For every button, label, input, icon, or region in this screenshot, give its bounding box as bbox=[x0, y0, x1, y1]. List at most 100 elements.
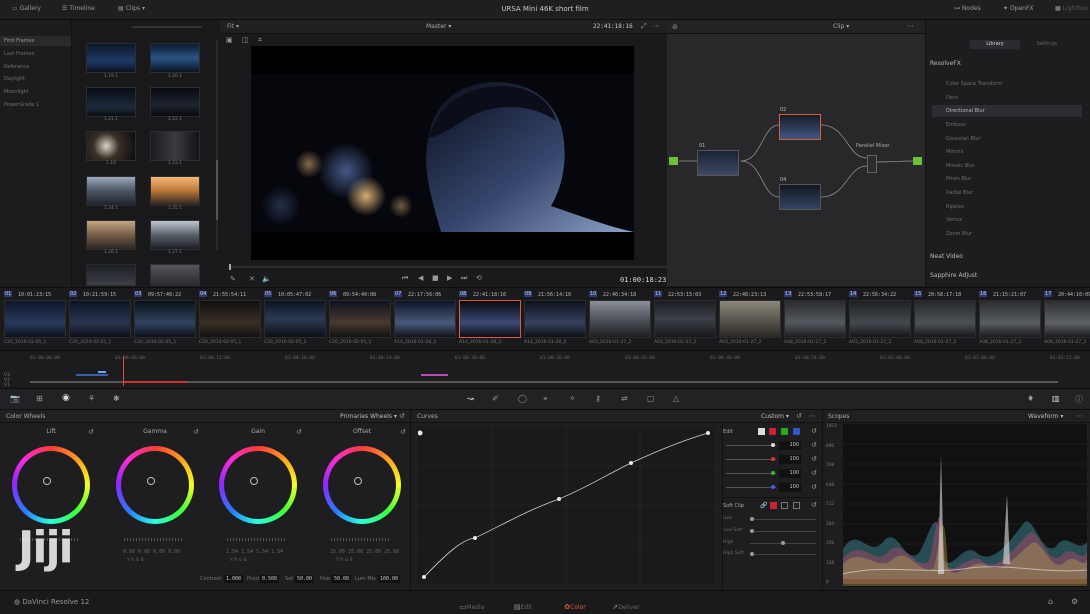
y-curve-slider[interactable] bbox=[726, 445, 776, 446]
camera-raw-icon[interactable]: 📷 bbox=[10, 394, 20, 403]
fx-mirrors[interactable]: Mirrors bbox=[932, 146, 1082, 158]
scopes-options-icon[interactable]: ⋯ bbox=[1076, 412, 1083, 420]
node-01[interactable] bbox=[697, 150, 739, 176]
g-intensity-field[interactable]: 100 bbox=[779, 469, 801, 478]
r-curve-slider[interactable] bbox=[726, 459, 776, 460]
clip-thumbnail[interactable] bbox=[69, 300, 131, 338]
softclip-link-icon[interactable]: 🔗 bbox=[760, 502, 767, 509]
b-curve-slider[interactable] bbox=[726, 487, 776, 488]
curve-channel-b[interactable] bbox=[793, 428, 800, 435]
still-thumb[interactable] bbox=[86, 87, 136, 117]
low-slider-dot[interactable] bbox=[750, 517, 754, 521]
still-thumb[interactable] bbox=[150, 43, 200, 73]
reset-g-icon[interactable]: ↺ bbox=[811, 469, 817, 477]
b-intensity-field[interactable]: 100 bbox=[779, 483, 801, 492]
clip-thumbnail[interactable] bbox=[524, 300, 586, 338]
lift-wheel-handle[interactable] bbox=[43, 477, 51, 485]
gain-master-wheel[interactable] bbox=[227, 538, 287, 541]
low-slider[interactable] bbox=[750, 519, 816, 520]
3d-icon[interactable]: ▢ bbox=[647, 394, 655, 403]
page-color[interactable]: ✿Color bbox=[555, 603, 595, 611]
curves-mode-select[interactable]: Custom ▾ bbox=[761, 413, 789, 420]
scrubber-playhead[interactable] bbox=[229, 264, 231, 270]
high-soft-slider-dot[interactable] bbox=[750, 552, 754, 556]
curve-point[interactable] bbox=[422, 575, 426, 579]
still-thumb[interactable] bbox=[150, 87, 200, 117]
curve-channel-r[interactable] bbox=[769, 428, 776, 435]
wheels-mode-select[interactable]: Primaries Wheels ▾ bbox=[340, 413, 397, 420]
timeline-selected-clip[interactable] bbox=[123, 381, 188, 383]
curve-point[interactable] bbox=[629, 461, 633, 465]
album-reference[interactable]: Reference bbox=[4, 64, 29, 70]
g-curve-slider[interactable] bbox=[726, 473, 776, 474]
node-input-source[interactable] bbox=[669, 157, 678, 165]
still-thumb[interactable] bbox=[86, 264, 136, 286]
hue-field[interactable]: 50.00 bbox=[332, 575, 352, 583]
gallery-button[interactable]: ▭ Gallery bbox=[12, 5, 41, 12]
still-thumb[interactable] bbox=[150, 220, 200, 250]
gain-wheel-handle[interactable] bbox=[250, 477, 258, 485]
fx-zoom-blur[interactable]: Zoom Blur bbox=[932, 228, 1082, 240]
loop-icon[interactable]: ⟲ bbox=[476, 274, 482, 282]
pen-tool-icon[interactable]: ✎ bbox=[230, 275, 236, 283]
clip-thumbnail[interactable] bbox=[1044, 300, 1090, 338]
fullscreen-icon[interactable]: ⤢ bbox=[641, 22, 647, 31]
curve-graph[interactable] bbox=[417, 427, 714, 583]
stills-scroll-thumb[interactable] bbox=[216, 160, 218, 220]
curves-icon[interactable]: ↝ bbox=[467, 394, 474, 403]
r-intensity-field[interactable]: 100 bbox=[779, 455, 801, 464]
reset-offset-icon[interactable]: ↺ bbox=[400, 428, 406, 436]
clip-thumbnail[interactable] bbox=[914, 300, 976, 338]
wipe-icon[interactable]: ◫ bbox=[242, 36, 249, 44]
scopes-icon[interactable]: ▥ bbox=[1052, 394, 1060, 403]
fx-prism-blur[interactable]: Prism Blur bbox=[932, 173, 1082, 185]
offset-wheel-handle[interactable] bbox=[354, 477, 362, 485]
color-wheels-icon[interactable]: ◉ bbox=[62, 393, 70, 403]
reset-gain-icon[interactable]: ↺ bbox=[296, 428, 302, 436]
stop-icon[interactable]: ■ bbox=[432, 274, 439, 282]
clip-thumbnail[interactable] bbox=[654, 300, 716, 338]
fx-directional-blur[interactable]: Directional Blur bbox=[932, 105, 1082, 117]
node-output[interactable] bbox=[913, 157, 922, 165]
tracker-icon[interactable]: ⌖ bbox=[543, 394, 548, 404]
page-deliver[interactable]: ➚Deliver bbox=[606, 603, 646, 611]
clip-thumbnail[interactable] bbox=[134, 300, 196, 338]
play-icon[interactable]: ▶ bbox=[447, 274, 452, 282]
curve-corner-point[interactable] bbox=[417, 430, 423, 436]
clip-thumbnail[interactable] bbox=[394, 300, 456, 338]
timeline-track-v2-clip[interactable] bbox=[421, 374, 448, 376]
lum-mix-field[interactable]: 100.00 bbox=[378, 575, 401, 583]
parallel-mixer-node[interactable] bbox=[867, 155, 877, 173]
window-icon[interactable]: ◯ bbox=[518, 394, 527, 403]
curve-point[interactable] bbox=[557, 497, 561, 501]
node-02[interactable] bbox=[779, 114, 821, 140]
fx-dent[interactable]: Dent bbox=[932, 92, 1082, 104]
fx-color-space-transform[interactable]: Color Space Transform bbox=[932, 78, 1082, 90]
still-thumb[interactable] bbox=[150, 131, 200, 161]
openfx-button[interactable]: ✦ OpenFX bbox=[1003, 5, 1034, 12]
low-soft-slider-dot[interactable] bbox=[750, 529, 754, 533]
r-slider-dot[interactable] bbox=[771, 457, 775, 461]
album-last-frames[interactable]: Last Frames bbox=[4, 51, 34, 57]
reset-wheels-icon[interactable]: ↺ bbox=[399, 412, 405, 420]
clip-thumbnail[interactable] bbox=[459, 300, 521, 338]
reset-gamma-icon[interactable]: ↺ bbox=[193, 428, 199, 436]
still-thumb[interactable] bbox=[150, 264, 200, 286]
album-powergrade[interactable]: PowerGrade 1 bbox=[4, 102, 39, 108]
softclip-channel-b[interactable] bbox=[793, 502, 800, 509]
curve-point[interactable] bbox=[473, 536, 477, 540]
offset-master-wheel[interactable] bbox=[331, 538, 391, 541]
fx-gaussian-blur[interactable]: Gaussian Blur bbox=[932, 133, 1082, 145]
keyframes-icon[interactable]: ♦ bbox=[1027, 394, 1034, 403]
softclip-channel-g[interactable] bbox=[781, 502, 788, 509]
node-select-icon[interactable]: ⊘ bbox=[672, 23, 678, 31]
reset-softclip-icon[interactable]: ↺ bbox=[811, 501, 817, 509]
contrast-field[interactable]: 1.000 bbox=[224, 575, 244, 583]
viewer-scrubber[interactable] bbox=[229, 266, 669, 268]
node-options-icon[interactable]: ⋯ bbox=[907, 22, 914, 30]
fx-ripples[interactable]: Ripples bbox=[932, 201, 1082, 213]
viewer-fit-select[interactable]: Fit ▾ bbox=[227, 23, 239, 30]
stills-zoom-slider[interactable] bbox=[132, 26, 202, 28]
scopes-mode-select[interactable]: Waveform ▾ bbox=[1028, 413, 1063, 420]
timeline-track-v3-clip[interactable] bbox=[98, 371, 106, 373]
